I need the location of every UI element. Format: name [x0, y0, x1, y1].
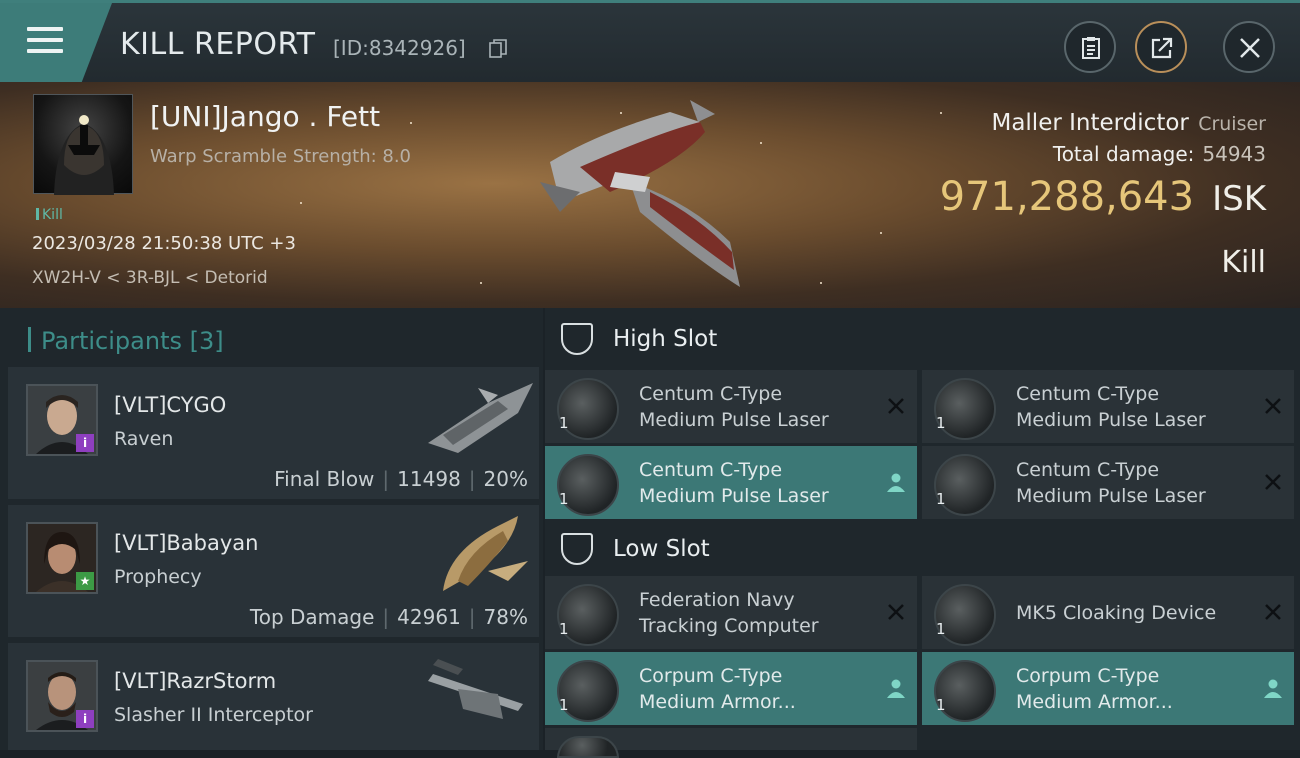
destroyed-icon: [888, 398, 904, 414]
module-item[interactable]: 1 Corpum C-Type Medium Armor...: [545, 652, 917, 725]
destroyed-icon: [888, 604, 904, 620]
participant-card[interactable]: i [VLT]CYGO Raven Final Blow | 11498 | 20%: [8, 367, 539, 499]
kill-location[interactable]: XW2H-V < 3R-BJL < Detorid: [32, 268, 268, 288]
module-name: Centum C-Type Medium Pulse Laser: [1016, 383, 1206, 431]
victim-avatar[interactable]: [33, 94, 133, 195]
participant-name: [VLT]RazrStorm: [114, 669, 277, 693]
high-slot-header: High Slot: [545, 308, 1300, 370]
report-id: [ID:8342926]: [333, 36, 466, 60]
victim-ship[interactable]: Maller Interdictor Cruiser: [991, 110, 1266, 136]
participant-stats: Final Blow | 11498 | 20%: [274, 467, 528, 491]
participant-card[interactable]: ★ [VLT]Babayan Prophecy Top Damage | 42961…: [8, 505, 539, 637]
low-slot-icon: [561, 533, 593, 565]
destroyed-icon: [1265, 474, 1281, 490]
fitting-panel: High Slot 1 Centum C-Type Medium Pulse La…: [545, 308, 1300, 758]
module-item[interactable]: 1 Federation Navy Tracking Computer: [545, 576, 917, 649]
share-button[interactable]: [1135, 21, 1187, 73]
victim-ship-image: [540, 100, 740, 287]
kill-tag: Kill: [36, 207, 63, 223]
module-name: MK5 Cloaking Device: [1016, 602, 1217, 624]
armor-hardener-icon: [557, 736, 619, 758]
participant-ship-image: [428, 659, 523, 719]
module-name: Centum C-Type Medium Pulse Laser: [639, 459, 829, 507]
warp-scramble-strength: Warp Scramble Strength: 8.0: [150, 146, 412, 167]
module-quantity: 1: [936, 414, 946, 432]
close-icon: [1240, 38, 1260, 58]
module-item[interactable]: 1 MK5 Cloaking Device: [922, 576, 1294, 649]
clipboard-button[interactable]: [1064, 21, 1116, 73]
participant-badge: i: [76, 434, 94, 452]
person-dropped-icon: [887, 473, 905, 492]
page-title: KILL REPORT: [120, 27, 316, 62]
participant-badge: i: [76, 710, 94, 728]
participant-avatar: ★: [26, 522, 98, 594]
module-item[interactable]: 1 Centum C-Type Medium Pulse Laser: [922, 370, 1294, 443]
participant-name: [VLT]Babayan: [114, 531, 259, 555]
module-item[interactable]: 1 Centum C-Type Medium Pulse Laser: [545, 370, 917, 443]
module-name: Federation Navy Tracking Computer: [639, 589, 819, 637]
participant-avatar: i: [26, 660, 98, 732]
high-slot-icon: [561, 323, 593, 355]
destroyed-icon: [1265, 398, 1281, 414]
participant-badge: ★: [76, 572, 94, 590]
hamburger-menu-icon: [27, 27, 63, 57]
person-dropped-icon: [887, 679, 905, 698]
participant-ship-image: [428, 383, 533, 453]
copy-icon[interactable]: [489, 39, 507, 58]
victim-banner: [UNI]Jango . Fett Warp Scramble Strength…: [0, 82, 1300, 308]
participant-ship: Raven: [114, 428, 174, 450]
participant-ship: Slasher II Interceptor: [114, 704, 313, 726]
participant-stats: Top Damage | 42961 | 78%: [249, 605, 528, 629]
participants-header: Participants [3]: [28, 327, 224, 355]
clipboard-icon: [1082, 37, 1100, 59]
helmet-portrait-icon: [54, 115, 114, 195]
kill-result: Kill: [1221, 245, 1266, 280]
participant-name: [VLT]CYGO: [114, 393, 227, 417]
module-quantity: 1: [936, 696, 946, 714]
destroyed-icon: [1265, 604, 1281, 620]
low-slot-header: Low Slot: [545, 518, 1300, 580]
module-item[interactable]: 1 Corpum C-Type Medium Armor...: [922, 652, 1294, 725]
close-button[interactable]: [1223, 21, 1275, 73]
module-quantity: 1: [936, 490, 946, 508]
share-icon: [1151, 37, 1173, 59]
module-name: Corpum C-Type Medium Armor...: [1016, 665, 1173, 713]
participant-ship: Prophecy: [114, 566, 202, 588]
isk-value: 971,288,643 ISK: [939, 174, 1266, 220]
module-quantity: 1: [559, 490, 569, 508]
module-item[interactable]: 1 Centum C-Type Medium Pulse Laser: [922, 446, 1294, 519]
low-slot-label: Low Slot: [613, 536, 710, 562]
participant-avatar: i: [26, 384, 98, 456]
victim-name[interactable]: [UNI]Jango . Fett: [150, 100, 380, 133]
high-slot-label: High Slot: [613, 326, 718, 352]
module-item[interactable]: 1 Centum C-Type Medium Pulse Laser: [545, 446, 917, 519]
kill-datetime: 2023/03/28 21:50:38 UTC +3: [32, 233, 296, 254]
menu-button[interactable]: [0, 3, 112, 85]
participants-panel: Participants [3] i [VLT]CYGO Raven Final…: [0, 308, 543, 750]
module-name: Corpum C-Type Medium Armor...: [639, 665, 796, 713]
total-damage: Total damage: 54943: [1052, 142, 1266, 166]
participant-card[interactable]: i [VLT]RazrStorm Slasher II Interceptor: [8, 643, 539, 750]
module-quantity: 1: [559, 620, 569, 638]
module-quantity: 1: [936, 620, 946, 638]
top-bar: KILL REPORT [ID:8342926]: [0, 0, 1300, 85]
module-item-partial[interactable]: [545, 728, 917, 758]
module-name: Centum C-Type Medium Pulse Laser: [639, 383, 829, 431]
participant-ship-image: [443, 516, 528, 591]
module-name: Centum C-Type Medium Pulse Laser: [1016, 459, 1206, 507]
module-quantity: 1: [559, 696, 569, 714]
module-quantity: 1: [559, 414, 569, 432]
person-dropped-icon: [1264, 679, 1282, 698]
